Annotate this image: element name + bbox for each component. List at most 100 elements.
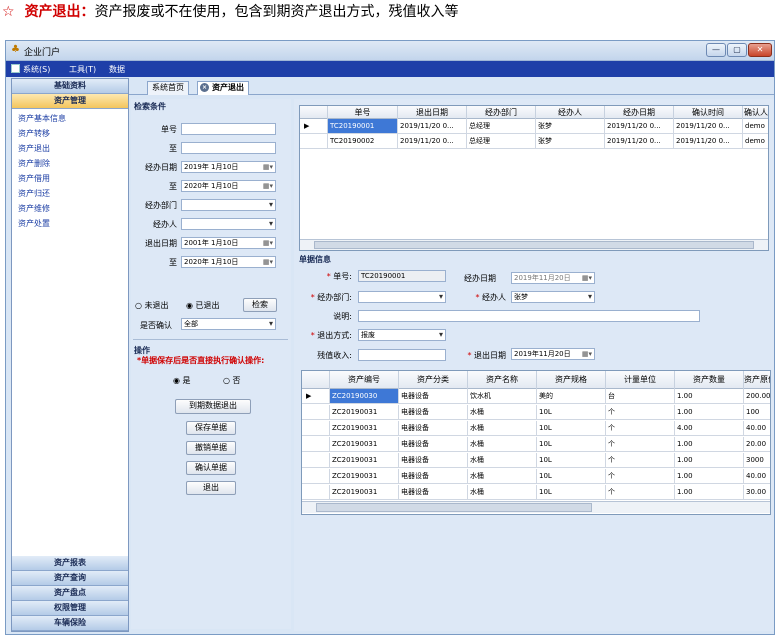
- sidebar-section-asset-mgmt[interactable]: 资产管理: [12, 94, 128, 109]
- tab-asset-exit[interactable]: × 资产退出: [197, 81, 249, 95]
- bottom-col-value[interactable]: 资产原值: [744, 371, 770, 389]
- bottom-cell[interactable]: ZC20190031: [330, 437, 399, 452]
- sidebar-item-asset-info[interactable]: 资产基本信息: [18, 113, 66, 124]
- bottom-cell[interactable]: 电器设备: [399, 421, 468, 436]
- bottom-cell[interactable]: 3000: [744, 453, 770, 468]
- bottom-cell[interactable]: 10L: [537, 405, 606, 420]
- bottom-cell[interactable]: 30.00: [744, 485, 770, 500]
- bottom-cell[interactable]: 10L: [537, 453, 606, 468]
- bottom-cell[interactable]: 个: [606, 469, 675, 484]
- sidebar-section-inventory[interactable]: 资产盘点: [12, 586, 128, 601]
- bottom-col-unit[interactable]: 计量单位: [606, 371, 675, 389]
- sidebar-section-reports[interactable]: 资产报表: [12, 556, 128, 571]
- top-col-person[interactable]: 经办人: [536, 106, 605, 119]
- radio-exited[interactable]: ◉ 已退出: [186, 300, 220, 311]
- bottom-grid-hscrollbar[interactable]: [302, 501, 770, 513]
- top-cell[interactable]: 2019/11/20 0...: [398, 119, 467, 134]
- bottom-cell[interactable]: 10L: [537, 469, 606, 484]
- bottom-cell[interactable]: ZC20190031: [330, 421, 399, 436]
- bottom-cell[interactable]: 水桶: [468, 421, 537, 436]
- bottom-cell[interactable]: 40.00: [744, 469, 770, 484]
- bottom-cell[interactable]: 电器设备: [399, 389, 468, 404]
- top-col-confirm-time[interactable]: 确认时间: [674, 106, 743, 119]
- sidebar-section-query[interactable]: 资产查询: [12, 571, 128, 586]
- top-cell[interactable]: demo: [743, 134, 768, 149]
- search-button[interactable]: 检索: [243, 298, 277, 312]
- bottom-cell[interactable]: 40.00: [744, 421, 770, 436]
- detail-residual-input[interactable]: [358, 349, 446, 361]
- scroll-thumb[interactable]: [314, 241, 754, 249]
- bottom-cell[interactable]: 20.00: [744, 437, 770, 452]
- top-col-dept[interactable]: 经办部门: [467, 106, 536, 119]
- detail-method-select[interactable]: 报废: [358, 329, 446, 341]
- menu-tools[interactable]: 工具(T): [69, 64, 96, 75]
- bottom-cell[interactable]: 10L: [537, 421, 606, 436]
- top-cell[interactable]: TC20190002: [328, 134, 398, 149]
- detail-person-select[interactable]: 张梦: [511, 291, 595, 303]
- handle-date-to-picker[interactable]: 2020年 1月10日: [181, 180, 276, 192]
- sidebar-item-asset-exit[interactable]: 资产退出: [18, 143, 50, 154]
- bottom-cell[interactable]: ZC20190031: [330, 485, 399, 500]
- bottom-col-name[interactable]: 资产名称: [468, 371, 537, 389]
- bottom-cell[interactable]: ZC20190031: [330, 453, 399, 468]
- top-cell[interactable]: 2019/11/20 0...: [398, 134, 467, 149]
- bottom-cell[interactable]: 个: [606, 421, 675, 436]
- exit-date-from-picker[interactable]: 2001年 1月10日: [181, 237, 276, 249]
- confirm-select[interactable]: 全部: [181, 318, 276, 330]
- cancel-doc-button[interactable]: 撤销单据: [186, 441, 236, 455]
- bottom-cell[interactable]: 个: [606, 453, 675, 468]
- bottom-cell[interactable]: 电器设备: [399, 405, 468, 420]
- doc-no-input[interactable]: [181, 123, 276, 135]
- doc-no-to-input[interactable]: [181, 142, 276, 154]
- top-cell[interactable]: 2019/11/20 0...: [605, 119, 674, 134]
- exit-date-to-picker[interactable]: 2020年 1月10日: [181, 256, 276, 268]
- bottom-cell[interactable]: 1.00: [675, 453, 744, 468]
- bottom-cell[interactable]: 水桶: [468, 485, 537, 500]
- bottom-cell[interactable]: 水桶: [468, 469, 537, 484]
- bottom-cell[interactable]: 1.00: [675, 389, 744, 404]
- sidebar-item-asset-dispose[interactable]: 资产处置: [18, 218, 50, 229]
- bottom-cell[interactable]: 电器设备: [399, 485, 468, 500]
- bottom-cell[interactable]: 电器设备: [399, 437, 468, 452]
- bottom-cell[interactable]: 1.00: [675, 405, 744, 420]
- bottom-cell[interactable]: 1.00: [675, 469, 744, 484]
- top-cell[interactable]: 2019/11/20 0...: [674, 134, 743, 149]
- bottom-cell[interactable]: 个: [606, 437, 675, 452]
- bottom-cell[interactable]: 10L: [537, 485, 606, 500]
- person-select[interactable]: [181, 218, 276, 230]
- bottom-cell[interactable]: 美的: [537, 389, 606, 404]
- dept-select[interactable]: [181, 199, 276, 211]
- radio-yes[interactable]: ◉ 是: [173, 375, 191, 386]
- bottom-cell[interactable]: 100: [744, 405, 770, 420]
- expire-exit-button[interactable]: 到期数据退出: [175, 399, 251, 414]
- sidebar-item-asset-delete[interactable]: 资产删除: [18, 158, 50, 169]
- bottom-cell[interactable]: 电器设备: [399, 453, 468, 468]
- bottom-cell[interactable]: 10L: [537, 437, 606, 452]
- sidebar-section-vehicle-insurance[interactable]: 车辆保险: [12, 616, 128, 631]
- detail-handle-date[interactable]: 2019年11月20日: [511, 272, 595, 284]
- sidebar-section-basic[interactable]: 基础资料: [12, 79, 128, 94]
- detail-dept-select[interactable]: [358, 291, 446, 303]
- top-cell[interactable]: 总经理: [467, 134, 536, 149]
- radio-no[interactable]: ○ 否: [223, 375, 241, 386]
- bottom-cell[interactable]: 电器设备: [399, 469, 468, 484]
- bottom-cell[interactable]: 个: [606, 485, 675, 500]
- top-col-confirmer[interactable]: 确认人: [743, 106, 768, 119]
- top-col-exit-date[interactable]: 退出日期: [398, 106, 467, 119]
- detail-exit-date[interactable]: 2019年11月20日: [511, 348, 595, 360]
- bottom-cell[interactable]: 4.00: [675, 421, 744, 436]
- exit-button[interactable]: 退出: [186, 481, 236, 495]
- close-tab-icon[interactable]: ×: [200, 83, 209, 92]
- top-grid-hscrollbar[interactable]: [300, 239, 768, 250]
- top-col-handle-date[interactable]: 经办日期: [605, 106, 674, 119]
- top-cell[interactable]: 张梦: [536, 119, 605, 134]
- sidebar-item-asset-return[interactable]: 资产归还: [18, 188, 50, 199]
- bottom-col-qty[interactable]: 资产数量: [675, 371, 744, 389]
- sidebar-item-asset-borrow[interactable]: 资产借用: [18, 173, 50, 184]
- save-button[interactable]: 保存单据: [186, 421, 236, 435]
- bottom-cell[interactable]: ZC20190031: [330, 469, 399, 484]
- top-cell[interactable]: 2019/11/20 0...: [674, 119, 743, 134]
- top-cell[interactable]: 总经理: [467, 119, 536, 134]
- close-button[interactable]: ✕: [748, 43, 772, 57]
- detail-doc-no[interactable]: TC20190001: [358, 270, 446, 282]
